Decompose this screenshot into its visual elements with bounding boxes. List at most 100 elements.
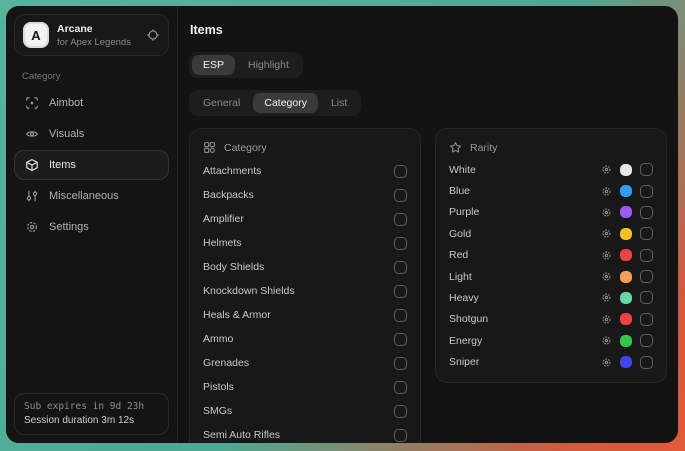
category-label: SMGs — [203, 405, 232, 417]
rarity-checkbox[interactable] — [640, 227, 653, 240]
rarity-row: Blue — [449, 180, 653, 201]
app-title: Arcane — [57, 23, 131, 35]
category-row: Semi Auto Rifles — [203, 423, 407, 443]
category-checkbox[interactable] — [394, 189, 407, 202]
category-checkbox[interactable] — [394, 237, 407, 250]
rarity-controls — [601, 227, 653, 240]
category-label: Body Shields — [203, 261, 264, 273]
sidebar-item-label: Settings — [49, 221, 89, 233]
rarity-label: Gold — [449, 228, 471, 240]
rarity-checkbox[interactable] — [640, 334, 653, 347]
rarity-label: Red — [449, 249, 468, 261]
gear-icon[interactable] — [601, 357, 612, 368]
rarity-controls — [601, 185, 653, 198]
color-swatch[interactable] — [620, 164, 632, 176]
rarity-row: Red — [449, 245, 653, 266]
gear-icon[interactable] — [601, 314, 612, 325]
rarity-checkbox[interactable] — [640, 206, 653, 219]
category-checkbox[interactable] — [394, 405, 407, 418]
gear-icon[interactable] — [601, 271, 612, 282]
category-checkbox[interactable] — [394, 381, 407, 394]
settings-icon — [25, 220, 39, 234]
mode-toggle: ESP Highlight — [189, 52, 303, 78]
rarity-row: Energy — [449, 330, 653, 351]
sidebar-item[interactable]: Settings — [14, 212, 169, 242]
gear-icon[interactable] — [601, 228, 612, 239]
category-row: Knockdown Shields — [203, 279, 407, 303]
color-swatch[interactable] — [620, 313, 632, 325]
category-checkbox[interactable] — [394, 261, 407, 274]
gear-icon[interactable] — [601, 292, 612, 303]
view-tabs: General Category List — [189, 90, 361, 116]
gear-icon[interactable] — [601, 186, 612, 197]
sidebar-item[interactable]: Miscellaneous — [14, 181, 169, 211]
sub-expires-text: Sub expires in 9d 23h — [24, 401, 159, 412]
category-checkbox[interactable] — [394, 357, 407, 370]
gear-icon[interactable] — [601, 164, 612, 175]
crosshair-icon[interactable] — [146, 28, 160, 42]
view-tab[interactable]: List — [320, 93, 358, 113]
mode-toggle-button[interactable]: ESP — [192, 55, 235, 75]
view-tab[interactable]: General — [192, 93, 251, 113]
rarity-panel-title: Rarity — [470, 142, 497, 154]
star-icon — [449, 141, 462, 154]
view-tab[interactable]: Category — [253, 93, 318, 113]
category-label: Ammo — [203, 333, 233, 345]
rarity-label: Sniper — [449, 356, 479, 368]
category-label: Attachments — [203, 165, 261, 177]
gear-icon[interactable] — [601, 335, 612, 346]
category-checkbox[interactable] — [394, 165, 407, 178]
rarity-panel-header: Rarity — [449, 138, 653, 159]
sidebar-nav: Aimbot Visuals — [14, 87, 169, 243]
category-checkbox[interactable] — [394, 333, 407, 346]
color-swatch[interactable] — [620, 356, 632, 368]
visuals-icon — [25, 127, 39, 141]
rarity-row: Shotgun — [449, 309, 653, 330]
rarity-label: Light — [449, 271, 472, 283]
session-duration-text: Session duration 3m 12s — [24, 415, 159, 426]
rarity-checkbox[interactable] — [640, 249, 653, 262]
color-swatch[interactable] — [620, 335, 632, 347]
main-content: Items ESP Highlight General Category Lis… — [178, 6, 678, 443]
rarity-checkbox[interactable] — [640, 356, 653, 369]
app-logo: A — [23, 22, 49, 48]
category-row: Body Shields — [203, 255, 407, 279]
rarity-checkbox[interactable] — [640, 270, 653, 283]
rarity-checkbox[interactable] — [640, 291, 653, 304]
rarity-checkbox[interactable] — [640, 163, 653, 176]
page-title: Items — [190, 23, 668, 37]
rarity-controls — [601, 249, 653, 262]
color-swatch[interactable] — [620, 292, 632, 304]
desktop-background: A Arcane for Apex Legends Category — [0, 0, 685, 451]
rarity-row: Purple — [449, 202, 653, 223]
mode-toggle-button[interactable]: Highlight — [237, 55, 300, 75]
rarity-label: Purple — [449, 206, 479, 218]
sidebar-section-label: Category — [22, 71, 161, 82]
subscription-info: Sub expires in 9d 23h Session duration 3… — [14, 393, 169, 435]
category-checkbox[interactable] — [394, 309, 407, 322]
category-checkbox[interactable] — [394, 213, 407, 226]
category-checkbox[interactable] — [394, 429, 407, 442]
rarity-row: Light — [449, 266, 653, 287]
color-swatch[interactable] — [620, 271, 632, 283]
sidebar-item[interactable]: Visuals — [14, 119, 169, 149]
rarity-checkbox[interactable] — [640, 313, 653, 326]
sidebar-item[interactable]: Aimbot — [14, 88, 169, 118]
color-swatch[interactable] — [620, 185, 632, 197]
rarity-controls — [601, 163, 653, 176]
category-row: Backpacks — [203, 183, 407, 207]
category-panel: Category Attachments Backpacks — [189, 128, 421, 443]
color-swatch[interactable] — [620, 228, 632, 240]
app-header: A Arcane for Apex Legends — [14, 14, 169, 56]
category-checkbox[interactable] — [394, 285, 407, 298]
sidebar: A Arcane for Apex Legends Category — [6, 6, 178, 443]
color-swatch[interactable] — [620, 249, 632, 261]
color-swatch[interactable] — [620, 206, 632, 218]
sidebar-item[interactable]: Items — [14, 150, 169, 180]
rarity-checkbox[interactable] — [640, 185, 653, 198]
gear-icon[interactable] — [601, 250, 612, 261]
gear-icon[interactable] — [601, 207, 612, 218]
category-row: SMGs — [203, 399, 407, 423]
rarity-controls — [601, 291, 653, 304]
app-window: A Arcane for Apex Legends Category — [6, 6, 678, 443]
